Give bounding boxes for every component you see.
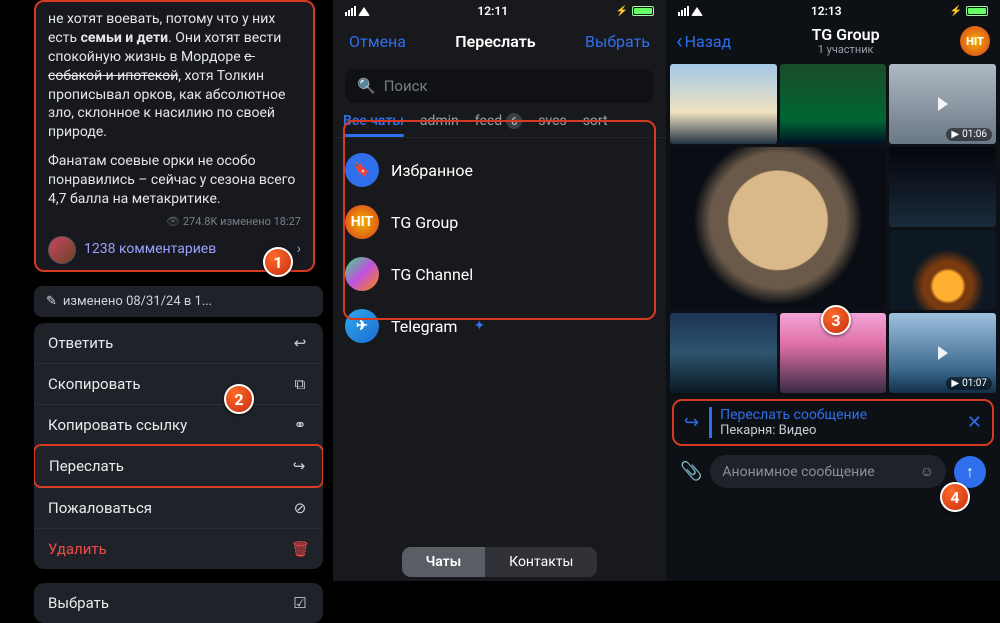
comments-count: 1238 комментариев — [84, 240, 216, 259]
menu-reply[interactable]: Ответить ↩ — [34, 323, 323, 363]
forward-preview-bar: ↪ Переслать сообщение Пекарня: Видео ✕ — [672, 399, 994, 446]
telegram-icon: ✈ — [345, 309, 379, 343]
forward-title[interactable]: Переслать сообщение — [720, 407, 957, 423]
media-thumb[interactable] — [780, 64, 887, 144]
search-placeholder: Поиск — [384, 77, 428, 95]
wifi-icon — [358, 7, 370, 16]
input-placeholder: Анонимное сообщение — [722, 464, 874, 480]
media-thumb[interactable] — [889, 147, 996, 227]
attach-icon[interactable]: 📎 — [680, 461, 702, 482]
media-thumb[interactable] — [670, 64, 777, 144]
forward-subtitle: Пекарня: Видео — [720, 423, 957, 438]
chat-header: ‹ Назад TG Group 1 участник HIT — [666, 20, 1000, 64]
media-gallery: ▶01:06 ▶01:07 — [670, 64, 996, 393]
video-duration: ▶01:07 — [946, 377, 992, 390]
tab-feed-badge: 6 — [506, 113, 522, 129]
chat-subtitle: 1 участник — [812, 44, 880, 56]
edited-chip: ✎ изменено 08/31/24 в 1... — [34, 286, 323, 317]
close-icon[interactable]: ✕ — [967, 412, 982, 433]
search-icon: 🔍 — [357, 77, 376, 95]
reply-icon: ↩ — [291, 334, 309, 352]
emoji-icon[interactable]: ☺ — [920, 463, 934, 480]
segment-contacts[interactable]: Контакты — [485, 547, 597, 577]
panel-chat-gallery: 12:13 ⚡ ‹ Назад TG Group 1 участник HIT … — [666, 0, 1000, 581]
media-thumb-video[interactable]: ▶01:07 — [889, 313, 996, 393]
menu-copy[interactable]: Скопировать ⧉ — [34, 363, 323, 404]
chat-tg-group[interactable]: HIT TG Group — [333, 196, 666, 248]
pencil-icon: ✎ — [46, 294, 57, 309]
wifi-icon — [691, 7, 703, 16]
message-bubble[interactable]: не хотят воевать, потому что у них есть … — [34, 0, 315, 272]
step-badge-2: 2 — [224, 384, 254, 414]
chat-saved-messages[interactable]: 🔖 Избранное — [333, 144, 666, 196]
tab-feed[interactable]: feed 6 — [475, 113, 522, 129]
media-thumb-video[interactable]: ▶01:06 — [889, 64, 996, 144]
segment-chats[interactable]: Чаты — [402, 547, 486, 577]
forward-icon: ↪ — [684, 412, 699, 433]
search-input[interactable]: 🔍 Поиск — [345, 69, 654, 103]
chat-telegram[interactable]: ✈ Telegram ✦ — [333, 300, 666, 352]
context-menu-2: Выбрать ☑ — [34, 583, 323, 623]
tab-sort[interactable]: sort — [583, 113, 608, 129]
message-meta: 👁 274.8K изменено 18:27 — [48, 215, 301, 230]
chat-avatar[interactable]: HIT — [960, 26, 990, 56]
menu-delete[interactable]: Удалить 🗑 — [34, 528, 323, 569]
trash-icon: 🗑 — [291, 540, 309, 558]
battery-icon — [966, 6, 988, 16]
chat-title: TG Group — [812, 26, 880, 44]
bookmark-icon: 🔖 — [345, 153, 379, 187]
bottom-segment: Чаты Контакты — [333, 547, 666, 577]
message-input[interactable]: Анонимное сообщение ☺ — [710, 455, 946, 488]
menu-select[interactable]: Выбрать ☑ — [34, 583, 323, 623]
verified-icon: ✦ — [473, 318, 485, 334]
sheet-title: Переслать — [455, 32, 535, 51]
play-icon — [938, 346, 948, 360]
tab-all-chats[interactable]: Все чаты — [343, 113, 404, 129]
media-thumb[interactable] — [670, 147, 886, 310]
menu-forward[interactable]: Переслать ↪ — [34, 444, 323, 488]
menu-copy-link[interactable]: Копировать ссылку ⚭ — [34, 404, 323, 445]
chevron-left-icon: ‹ — [676, 29, 683, 54]
tab-svcs[interactable]: svcs — [538, 113, 566, 129]
warn-icon: ⊘ — [291, 499, 309, 517]
charging-icon: ⚡ — [950, 6, 962, 17]
charging-icon: ⚡ — [616, 6, 628, 17]
tab-admin[interactable]: admin — [420, 113, 459, 129]
select-icon: ☑ — [291, 594, 309, 612]
status-bar: 12:13 ⚡ — [666, 0, 1000, 20]
copy-icon: ⧉ — [291, 375, 309, 393]
battery-icon — [632, 6, 654, 16]
video-duration: ▶01:06 — [946, 128, 992, 141]
link-icon: ⚭ — [291, 416, 309, 434]
panel-forward-picker: 12:11 ⚡ Отмена Переслать Выбрать 🔍 Поиск… — [333, 0, 666, 581]
folder-tabs: Все чаты admin feed 6 svcs sort — [333, 113, 666, 138]
sheet-header: Отмена Переслать Выбрать — [333, 20, 666, 63]
forward-icon: ↪ — [290, 457, 308, 475]
step-badge-3: 3 — [821, 305, 851, 335]
cancel-button[interactable]: Отмена — [349, 32, 406, 51]
message-text: не хотят воевать, потому что у них есть … — [48, 10, 301, 142]
chat-tg-channel[interactable]: TG Channel — [333, 248, 666, 300]
views-icon: 👁 — [166, 215, 180, 228]
step-badge-1: 1 — [263, 247, 293, 277]
select-button[interactable]: Выбрать — [585, 32, 650, 51]
media-thumb[interactable] — [670, 313, 777, 393]
step-badge-4: 4 — [940, 482, 970, 512]
chat-title-block[interactable]: TG Group 1 участник — [812, 26, 880, 56]
play-icon — [938, 97, 948, 111]
arrow-up-icon: ↑ — [966, 462, 974, 482]
back-button[interactable]: ‹ Назад — [676, 29, 731, 54]
status-time: 12:11 — [477, 4, 508, 18]
menu-report[interactable]: Пожаловаться ⊘ — [34, 487, 323, 528]
status-time: 12:13 — [811, 4, 842, 18]
chat-list: 🔖 Избранное HIT TG Group TG Channel ✈ Te… — [333, 138, 666, 358]
panel-context-menu: не хотят воевать, потому что у них есть … — [0, 0, 333, 581]
commenter-avatar — [48, 236, 76, 264]
media-thumb[interactable] — [889, 230, 996, 310]
message-paragraph-2: Фанатам соевые орки не особо понравились… — [48, 152, 301, 209]
status-bar: 12:11 ⚡ — [333, 0, 666, 20]
context-menu: Ответить ↩ Скопировать ⧉ Копировать ссыл… — [34, 323, 323, 569]
